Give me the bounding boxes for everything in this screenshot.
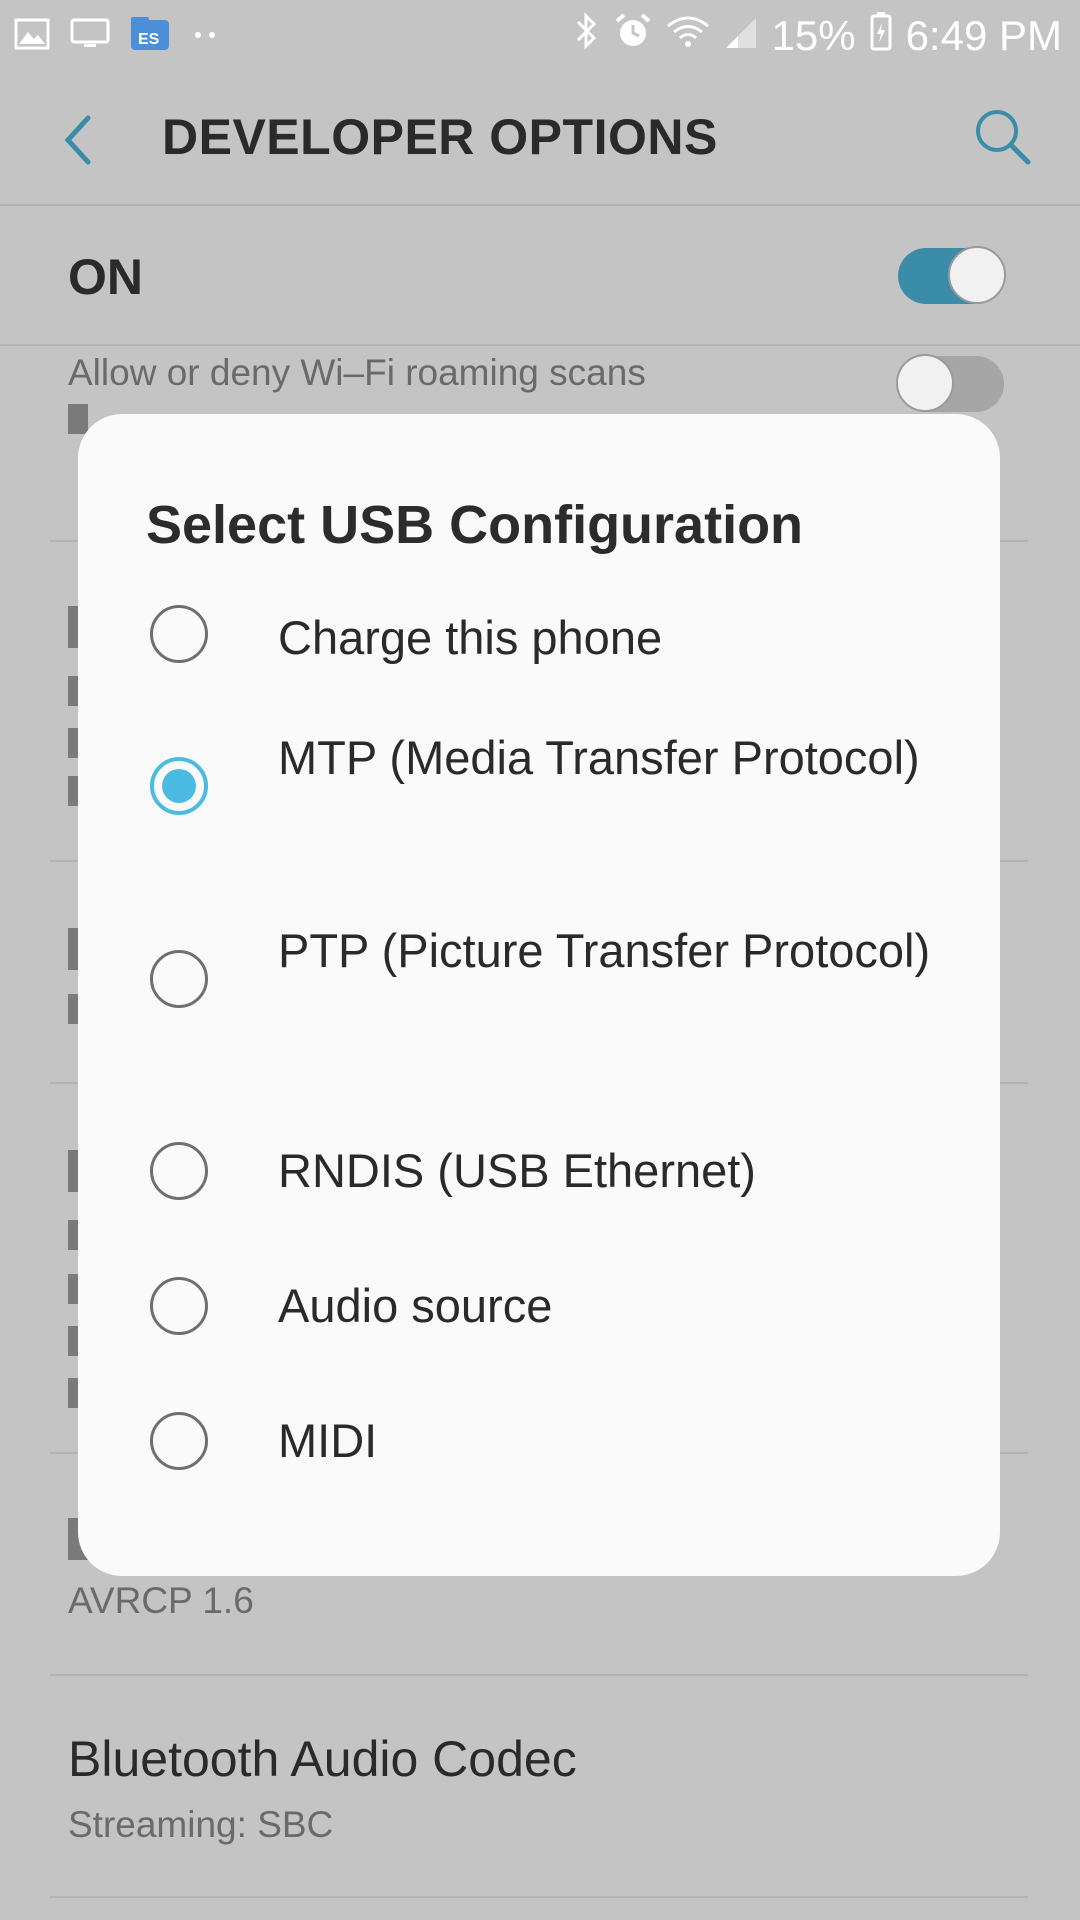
radio-button[interactable] (150, 1412, 208, 1470)
svg-text:ES: ES (138, 31, 160, 48)
option-label: Charge this phone (278, 611, 663, 664)
obscured-text (68, 404, 88, 434)
master-switch-row[interactable]: ON (0, 206, 1080, 346)
radio-button[interactable] (150, 1277, 208, 1335)
app-bar: DEVELOPER OPTIONS (0, 70, 1080, 206)
gallery-icon (14, 18, 50, 55)
obscured-text (68, 928, 78, 970)
option-mtp[interactable]: MTP (Media Transfer Protocol) (78, 731, 1000, 870)
obscured-text (68, 1326, 78, 1356)
codec-title: Bluetooth Audio Codec (68, 1731, 577, 1787)
divider (50, 1674, 1028, 1676)
cast-screen-icon (70, 18, 110, 55)
option-label: Audio source (278, 1279, 553, 1332)
option-charge[interactable]: Charge this phone (78, 599, 1000, 679)
more-notifications-icon (190, 27, 220, 45)
clock: 6:49 PM (905, 12, 1062, 59)
codec-value: Streaming: SBC (68, 1804, 334, 1845)
option-ptp[interactable]: PTP (Picture Transfer Protocol) (78, 924, 1000, 1063)
option-label: PTP (Picture Transfer Protocol) (278, 924, 931, 977)
battery-percent: 15% (771, 12, 856, 59)
back-button[interactable] (56, 110, 106, 170)
obscured-text (68, 994, 78, 1024)
status-bar: ES 15% 6:49 PM (0, 0, 1080, 70)
obscured-text (68, 1150, 78, 1192)
page-title: DEVELOPER OPTIONS (162, 109, 718, 165)
radio-button[interactable] (150, 950, 208, 1008)
obscured-text (68, 776, 78, 806)
wifi-icon (666, 12, 710, 60)
bluetooth-icon (574, 12, 600, 60)
alarm-icon (614, 12, 652, 60)
chevron-left-icon (64, 115, 91, 165)
obscured-text (68, 1274, 78, 1304)
obscured-text (68, 728, 78, 758)
option-label: MIDI (278, 1414, 378, 1467)
battery-icon (870, 11, 892, 61)
divider (50, 1896, 1028, 1898)
roaming-description: Allow or deny Wi–Fi roaming scans (68, 352, 646, 393)
radio-button-selected[interactable] (150, 757, 208, 815)
option-label: RNDIS (USB Ethernet) (278, 1144, 756, 1197)
radio-button[interactable] (150, 1142, 208, 1200)
option-midi[interactable]: MIDI (78, 1412, 1000, 1492)
master-switch-label: ON (68, 249, 143, 305)
option-audio-source[interactable]: Audio source (78, 1277, 1000, 1357)
obscured-text (68, 1378, 78, 1408)
obscured-text (68, 676, 78, 706)
roaming-toggle[interactable] (896, 354, 1004, 412)
obscured-text (68, 606, 78, 648)
option-label: MTP (Media Transfer Protocol) (278, 731, 920, 784)
radio-button[interactable] (150, 605, 208, 663)
search-icon (976, 110, 1031, 165)
dialog-title: Select USB Configuration (146, 495, 804, 555)
option-rndis[interactable]: RNDIS (USB Ethernet) (78, 1142, 1000, 1222)
search-button[interactable] (970, 104, 1036, 170)
avrcp-value: AVRCP 1.6 (68, 1580, 254, 1621)
usb-config-dialog: Select USB Configuration Charge this pho… (78, 414, 1000, 1576)
obscured-text (68, 1220, 78, 1250)
master-switch-toggle[interactable] (898, 246, 1006, 304)
es-file-explorer-icon: ES (130, 16, 170, 57)
signal-icon (724, 12, 758, 60)
